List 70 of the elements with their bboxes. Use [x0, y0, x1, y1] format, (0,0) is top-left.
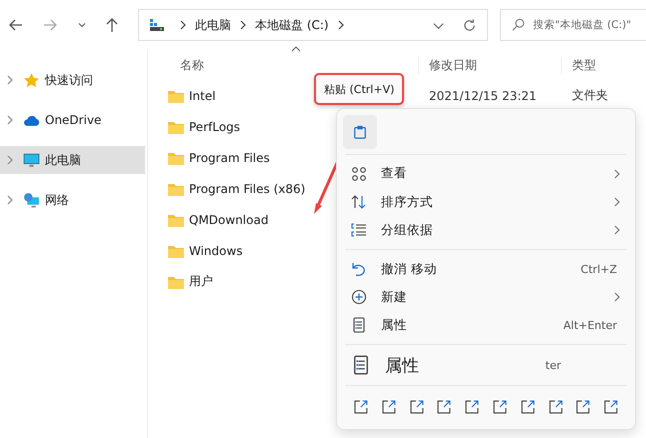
sidebar-item[interactable]: 此电脑 — [0, 146, 145, 174]
list-icon — [351, 222, 367, 238]
back-icon[interactable] — [8, 17, 24, 33]
add-icon — [351, 289, 367, 306]
monitor-icon — [23, 152, 40, 168]
star-icon — [23, 72, 40, 88]
shortcut-icon[interactable] — [492, 399, 508, 416]
address-bar[interactable]: 此电脑 本地磁盘 (C:) — [138, 9, 488, 41]
paste-button[interactable] — [343, 115, 377, 149]
undo-icon — [351, 261, 367, 278]
clipboard-icon — [353, 125, 367, 139]
properties-icon — [351, 353, 371, 378]
file-name[interactable]: Intel — [189, 88, 216, 102]
column-header[interactable]: 修改日期 — [418, 56, 561, 74]
shortcut-icon[interactable] — [408, 399, 424, 416]
table-cell-text: 文件夹 — [571, 87, 608, 104]
menu-item[interactable]: 属性 Alt+Enter — [343, 311, 629, 340]
drive-icon — [149, 17, 165, 33]
folder-icon — [168, 150, 184, 164]
sort-caret-icon — [291, 46, 301, 52]
breadcrumb[interactable]: 本地磁盘 (C:) — [255, 16, 329, 34]
file-name[interactable]: Program Files — [189, 150, 270, 164]
menu-item[interactable]: 分组依据 — [343, 216, 629, 244]
shortcut-icon[interactable] — [520, 399, 536, 416]
folder-icon — [168, 88, 184, 102]
grid-icon — [351, 166, 367, 182]
menu-item[interactable]: 撤消 移动 Ctrl+Z — [343, 255, 629, 284]
shortcut-icon[interactable] — [575, 399, 592, 416]
sidebar-item[interactable]: 快速访问 — [0, 66, 145, 94]
menu-item[interactable]: 排序方式 — [343, 188, 629, 216]
menu-item[interactable]: 新建 — [343, 283, 629, 312]
chevron-right-icon[interactable] — [336, 19, 345, 31]
shortcut-icon[interactable] — [603, 399, 619, 416]
folder-icon — [168, 182, 184, 196]
expand-icon[interactable] — [6, 154, 14, 166]
folder-icon — [168, 212, 184, 226]
properties-icon — [351, 317, 367, 334]
file-name[interactable]: QMDownload — [189, 212, 268, 226]
breadcrumb[interactable]: 此电脑 — [195, 16, 231, 34]
file-name[interactable]: Windows — [189, 244, 243, 258]
folder-icon — [168, 244, 184, 258]
file-name[interactable]: PerfLogs — [189, 120, 240, 134]
table-cell-text: 2021/12/15 23:21 — [428, 88, 538, 102]
expand-icon[interactable] — [6, 74, 14, 86]
menu-item[interactable]: 查看 — [343, 160, 629, 188]
shortcut-icon[interactable] — [464, 399, 480, 416]
folder-icon — [168, 120, 184, 134]
folder-icon — [168, 274, 184, 288]
shortcut-icon[interactable] — [548, 399, 564, 416]
expand-icon[interactable] — [6, 114, 14, 126]
network-icon — [23, 192, 40, 208]
menu-item[interactable]: 属性 ter — [343, 350, 629, 380]
shortcut-icon[interactable] — [353, 399, 369, 416]
column-header[interactable]: 名称 — [148, 56, 418, 74]
file-name[interactable]: Program Files (x86) — [189, 182, 306, 196]
shortcut-icon[interactable] — [380, 399, 397, 416]
search-field[interactable]: 搜索"本地磁盘 (C:)" — [500, 9, 646, 41]
chevron-right-icon[interactable] — [179, 19, 187, 31]
shortcut-icon[interactable] — [436, 399, 452, 416]
expand-icon[interactable] — [6, 194, 14, 206]
sort-icon — [351, 194, 367, 210]
file-name[interactable]: 用户 — [189, 273, 213, 290]
search-icon — [511, 18, 525, 32]
refresh-icon[interactable] — [462, 18, 477, 32]
column-header[interactable]: 类型 — [561, 56, 596, 74]
up-icon[interactable] — [104, 17, 120, 33]
tooltip: 粘贴 (Ctrl+V) — [314, 73, 404, 105]
chevron-right-icon[interactable] — [239, 19, 247, 31]
sidebar-item[interactable]: OneDrive — [0, 106, 145, 134]
sidebar-item[interactable]: 网络 — [0, 186, 145, 214]
